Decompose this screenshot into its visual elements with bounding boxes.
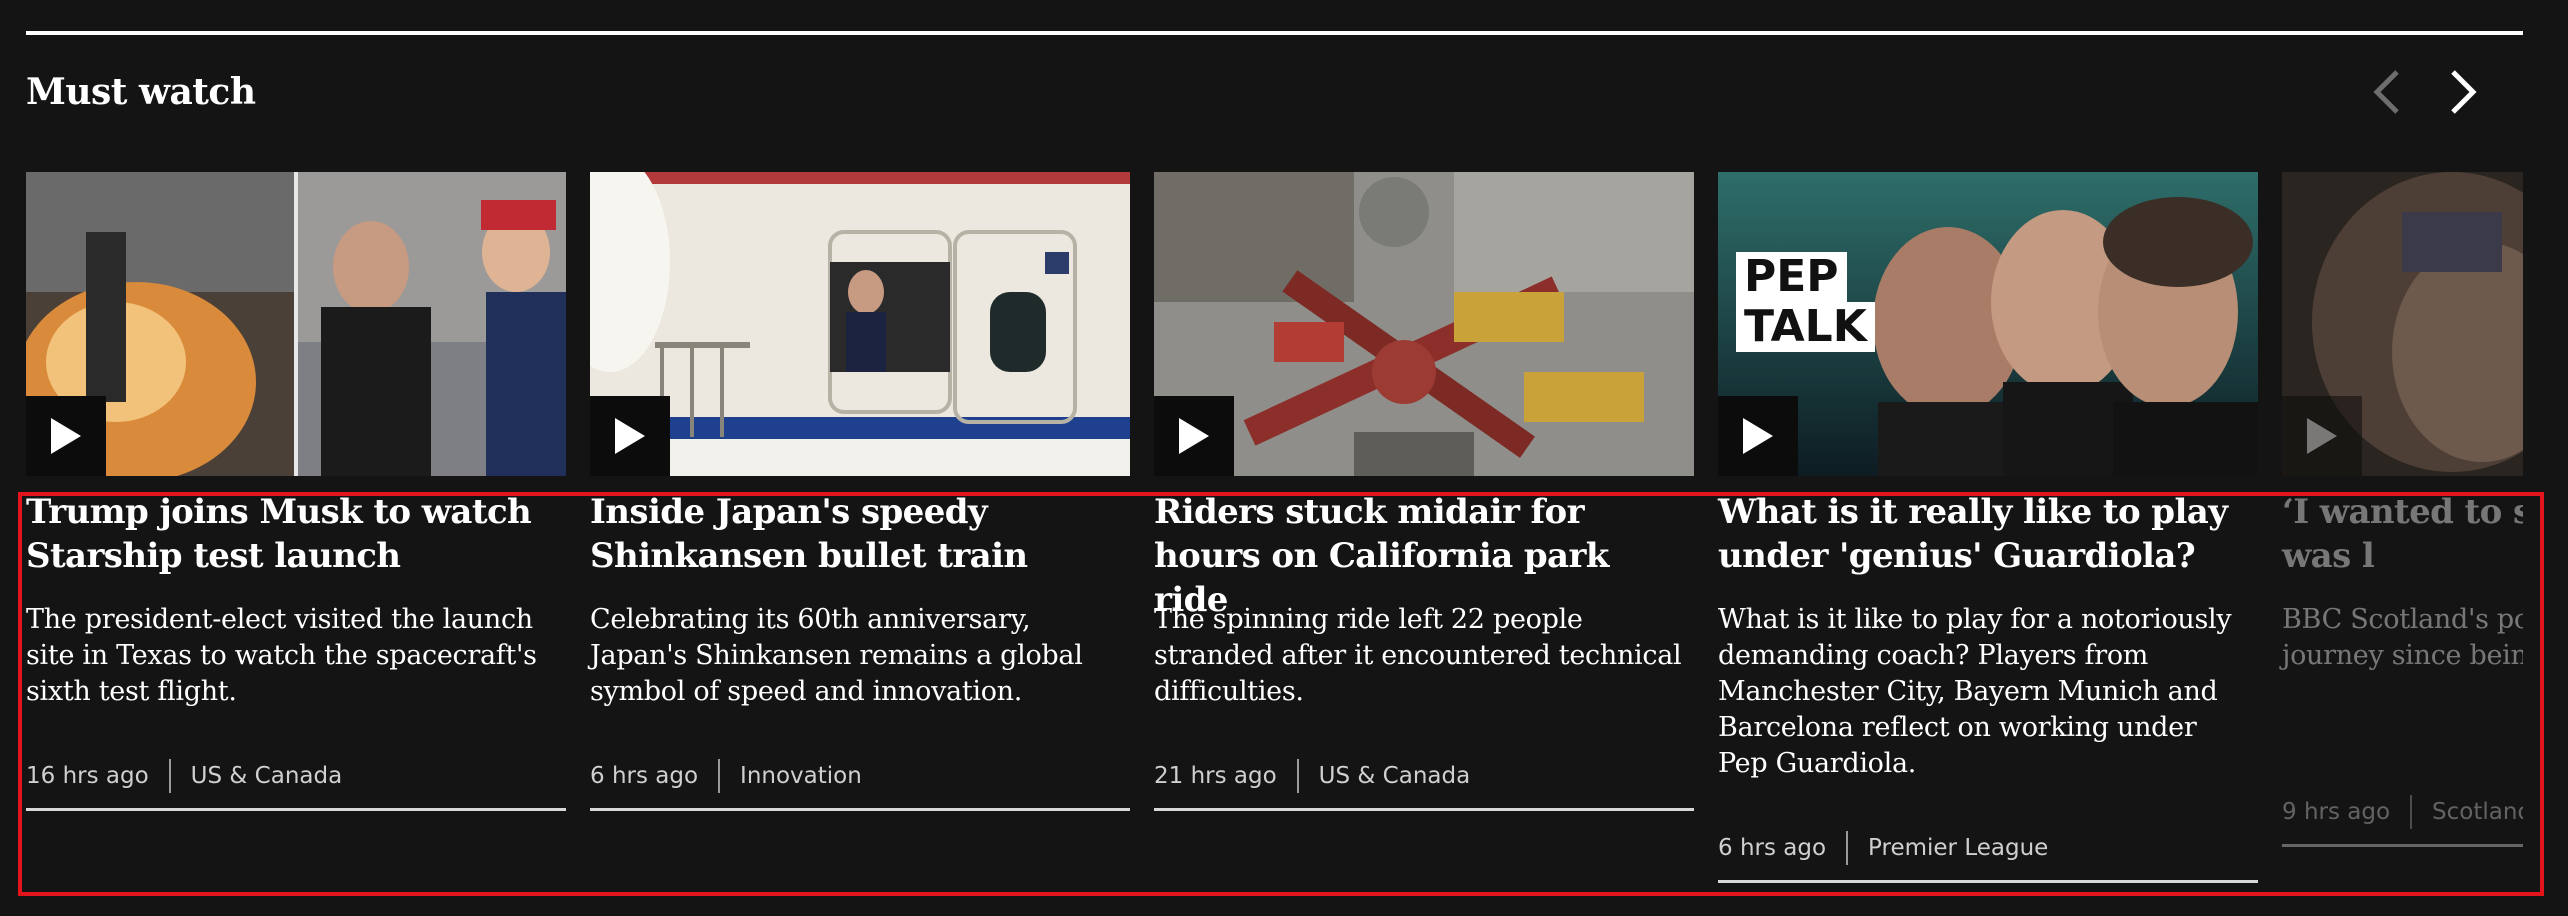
card-meta: 21 hrs ago US & Canada — [1154, 756, 1470, 796]
card-category[interactable]: US & Canada — [1319, 763, 1471, 789]
video-thumbnail[interactable]: PEP TALK — [1718, 172, 2258, 476]
card-divider — [1718, 880, 2258, 883]
play-icon — [615, 418, 645, 454]
card-summary: The spinning ride left 22 people strande… — [1154, 604, 1682, 707]
must-watch-page: Must watch Trump joins Musk to watch Sta… — [0, 0, 2568, 916]
video-card[interactable]: Riders stuck midair for hours on Califor… — [1154, 172, 1694, 912]
card-category[interactable]: US & Canada — [191, 763, 343, 789]
meta-separator — [1846, 831, 1849, 865]
video-card[interactable]: ‘I wanted to sh a seizure was l BBC Scot… — [2282, 172, 2523, 912]
section-title: Must watch — [26, 71, 256, 113]
thumbnail-image — [590, 172, 1130, 476]
meta-separator — [168, 759, 171, 793]
card-meta: 6 hrs ago Innovation — [590, 756, 862, 796]
card-category[interactable]: Scotland — [2432, 799, 2523, 825]
video-card[interactable]: Inside Japan's speedy Shinkansen bullet … — [590, 172, 1130, 912]
meta-separator — [2410, 795, 2413, 829]
card-summary: BBC Scotland's po Campbell has bee journ… — [2282, 604, 2523, 671]
video-thumbnail[interactable] — [1154, 172, 1694, 476]
card-summary: Celebrating its 60th anniversary, Japan'… — [590, 604, 1083, 707]
card-headline[interactable]: ‘I wanted to sh a seizure was l — [2282, 490, 2523, 578]
play-button[interactable] — [1718, 396, 1798, 476]
card-timestamp: 16 hrs ago — [26, 763, 149, 789]
play-button[interactable] — [26, 396, 106, 476]
play-button[interactable] — [2282, 396, 2362, 476]
play-icon — [51, 418, 81, 454]
play-icon — [1179, 418, 1209, 454]
carousel-next-button[interactable] — [2438, 60, 2490, 124]
card-divider — [26, 808, 566, 811]
card-summary: What is it like to play for a notoriousl… — [1718, 604, 2232, 779]
play-icon — [2307, 418, 2337, 454]
card-category[interactable]: Premier League — [1868, 835, 2048, 861]
card-meta: 9 hrs ago Scotland — [2282, 792, 2523, 832]
video-thumbnail[interactable] — [26, 172, 566, 476]
card-timestamp: 9 hrs ago — [2282, 799, 2391, 825]
card-headline[interactable]: What is it really like to play under 'ge… — [1718, 490, 2248, 578]
chevron-right-icon — [2451, 70, 2477, 114]
play-icon — [1743, 418, 1773, 454]
card-meta: 16 hrs ago US & Canada — [26, 756, 342, 796]
chevron-left-icon — [2373, 70, 2399, 114]
card-timestamp: 6 hrs ago — [1718, 835, 1827, 861]
card-meta: 6 hrs ago Premier League — [1718, 828, 2048, 868]
card-divider — [590, 808, 1130, 811]
video-thumbnail[interactable] — [2282, 172, 2523, 476]
video-carousel: Trump joins Musk to watch Starship test … — [26, 172, 2523, 912]
play-button[interactable] — [1154, 396, 1234, 476]
card-category[interactable]: Innovation — [740, 763, 862, 789]
card-headline[interactable]: Inside Japan's speedy Shinkansen bullet … — [590, 490, 1120, 578]
meta-separator — [1296, 759, 1299, 793]
play-button[interactable] — [590, 396, 670, 476]
card-divider — [1154, 808, 1694, 811]
video-card[interactable]: Trump joins Musk to watch Starship test … — [26, 172, 566, 912]
meta-separator — [718, 759, 721, 793]
card-divider — [2282, 844, 2523, 847]
carousel-prev-button[interactable] — [2360, 60, 2412, 124]
video-card[interactable]: PEP TALK What is it really like to play … — [1718, 172, 2258, 912]
thumbnail-image — [26, 172, 566, 476]
card-timestamp: 6 hrs ago — [590, 763, 699, 789]
thumbnail-image — [1154, 172, 1694, 476]
video-thumbnail[interactable] — [590, 172, 1130, 476]
section-divider — [26, 31, 2523, 35]
card-summary: The president-elect visited the launch s… — [26, 604, 537, 707]
card-headline[interactable]: Trump joins Musk to watch Starship test … — [26, 490, 556, 578]
card-timestamp: 21 hrs ago — [1154, 763, 1277, 789]
pep-talk-logo: PEP TALK — [1736, 252, 1875, 352]
